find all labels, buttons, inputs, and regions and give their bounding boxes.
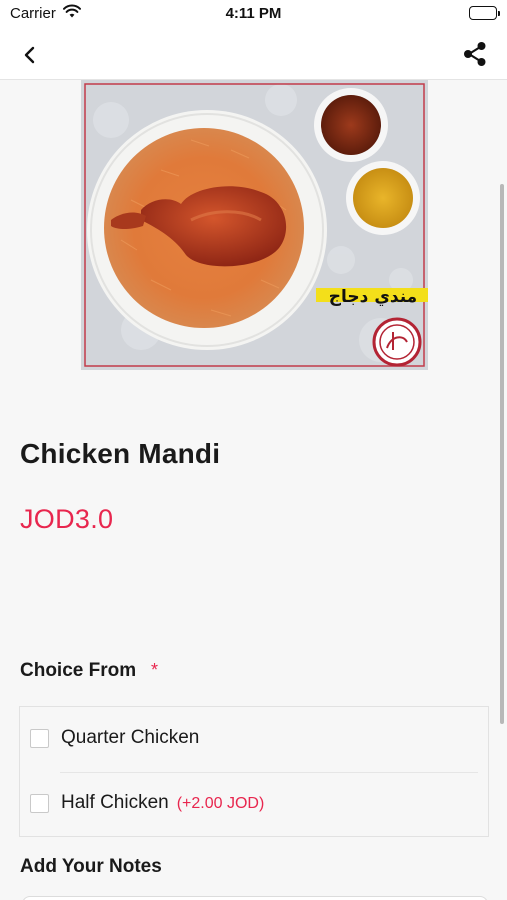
choice-heading: Choice From: [20, 660, 137, 681]
checkbox[interactable]: [30, 794, 49, 813]
choice-options: Quarter Chicken Half Chicken (+2.00 JOD): [19, 706, 489, 837]
notes-input[interactable]: [22, 896, 488, 900]
option-extra-price: (+2.00 JOD): [176, 795, 265, 812]
share-button[interactable]: [461, 40, 489, 68]
option-half-chicken[interactable]: Half Chicken (+2.00 JOD): [20, 772, 488, 837]
product-price: JOD3.0: [20, 504, 114, 534]
required-marker: *: [151, 660, 159, 680]
product-image: مندي دجاج: [81, 80, 428, 370]
share-icon: [464, 42, 486, 66]
scrollbar[interactable]: [500, 184, 504, 724]
option-quarter-chicken[interactable]: Quarter Chicken: [20, 707, 488, 772]
product-title: Chicken Mandi: [20, 438, 221, 469]
option-label: Quarter Chicken: [61, 727, 200, 748]
option-label: Half Chicken (+2.00 JOD): [61, 792, 265, 813]
back-button[interactable]: [16, 41, 44, 69]
dish-caption: مندي دجاج: [329, 287, 417, 307]
status-bar: Carrier 4:11 PM: [0, 0, 507, 28]
notes-heading: Add Your Notes: [20, 856, 162, 877]
status-time: 4:11 PM: [225, 5, 282, 22]
navigation-bar: [0, 28, 507, 80]
checkbox[interactable]: [30, 729, 49, 748]
battery-icon: [469, 6, 500, 20]
product-detail-scroll[interactable]: مندي دجاج Chicken Mandi JOD3.0 Choice Fr…: [0, 80, 507, 900]
chevron-left-icon: [24, 46, 35, 64]
restaurant-logo-icon: [372, 317, 422, 367]
